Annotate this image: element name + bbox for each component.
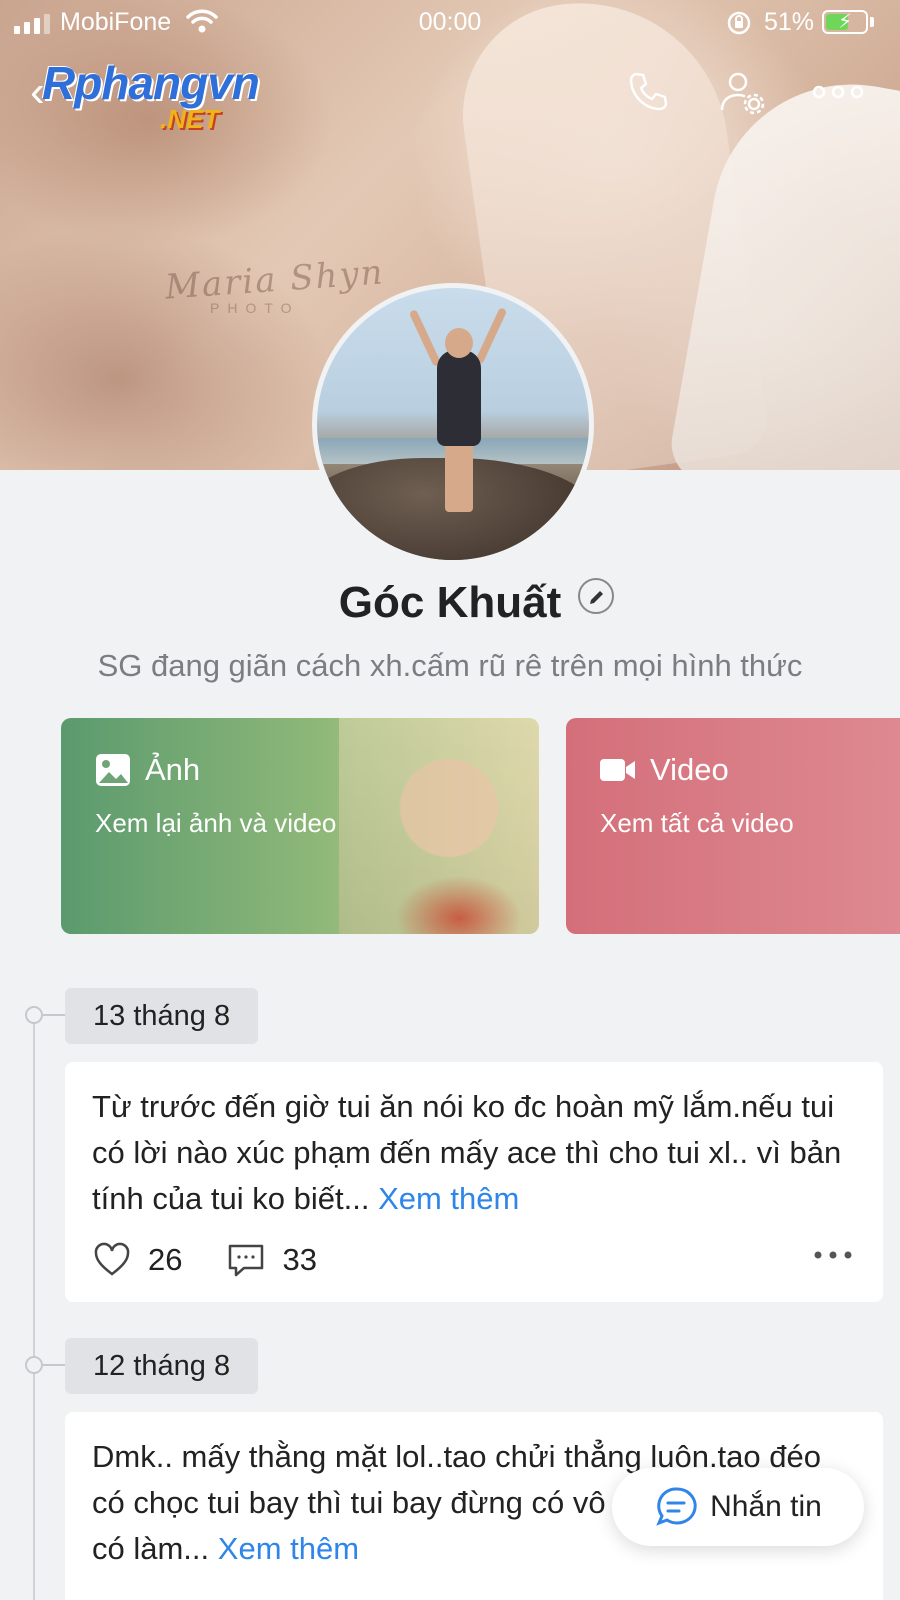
photos-card[interactable]: Ảnh Xem lại ảnh và video [61,718,539,934]
cover-watermark-sub: PHOTO [210,300,300,316]
photos-card-subtitle: Xem lại ảnh và video [95,808,337,838]
profile-bio: SG đang giãn cách xh.cấm rũ rê trên mọi … [97,648,803,683]
image-icon [96,754,130,786]
battery-percent: 51% [764,8,815,36]
photos-card-title: Ảnh [95,752,200,788]
video-camera-icon [600,759,635,781]
photo-thumbnail [339,718,539,934]
post-card[interactable]: Từ trước đến giờ tui ăn nói ko đc hoàn m… [65,1062,883,1302]
phone-icon[interactable] [624,68,672,116]
comment-count: 33 [282,1242,317,1277]
comment-icon[interactable] [226,1240,266,1280]
post-text[interactable]: Từ trước đến giờ tui ăn nói ko đc hoàn m… [92,1084,862,1222]
rotation-lock-icon [726,10,752,43]
post-more-icon[interactable] [813,1250,853,1260]
message-button-label: Nhắn tin [710,1490,822,1523]
message-button[interactable]: Nhắn tin [612,1468,864,1546]
avatar[interactable] [312,283,594,565]
profile-name: Góc Khuất [338,578,562,627]
like-count: 26 [148,1242,183,1277]
post-actions: 26 33 [92,1240,361,1280]
see-more-link[interactable]: Xem thêm [378,1181,519,1216]
videos-card-subtitle: Xem tất cả video [600,808,794,838]
edit-icon[interactable] [578,578,614,614]
watermark-logo: Rphangvn .NET [42,56,260,134]
videos-card[interactable]: Video Xem tất cả video [566,718,900,934]
logo-text: Rphangvn [42,57,260,109]
videos-card-title: Video [600,752,729,788]
status-bar: MobiFone 00:00 51% ⚡ [0,0,900,44]
user-settings-icon[interactable] [718,68,766,116]
timeline-node [25,1356,43,1374]
post-date: 12 tháng 8 [65,1338,259,1394]
profile-name-row: Góc Khuất [0,578,900,628]
see-more-link[interactable]: Xem thêm [218,1531,359,1566]
heart-icon[interactable] [92,1240,132,1280]
more-icon[interactable] [810,68,866,116]
chat-bubble-icon [656,1487,697,1526]
battery-icon: ⚡ [822,10,868,34]
timeline-node [25,1006,43,1024]
logo-suffix: .NET [160,104,220,134]
timeline-line [33,1016,35,1600]
post-date: 13 tháng 8 [65,988,259,1044]
